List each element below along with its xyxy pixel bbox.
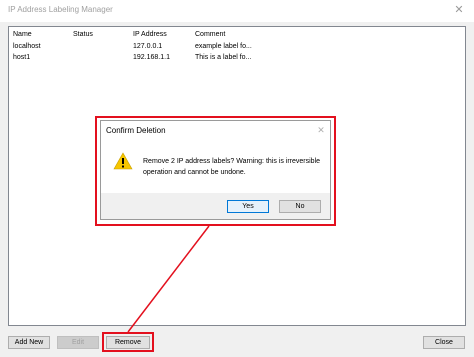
yes-button[interactable]: Yes	[227, 200, 269, 213]
add-new-button[interactable]: Add New	[8, 336, 50, 349]
dialog-title: Confirm Deletion	[106, 126, 166, 135]
warning-icon	[113, 152, 133, 170]
row-ip-address: 127.0.0.1	[133, 43, 163, 50]
column-header-name[interactable]: Name	[13, 30, 71, 41]
dialog-close-icon[interactable]: ✕	[315, 124, 327, 136]
no-button[interactable]: No	[279, 200, 321, 213]
row-status	[73, 53, 131, 64]
table-row[interactable]: host1 192.168.1.1 This is a label fo...	[9, 53, 465, 64]
row-comment: example label fo...	[195, 43, 252, 50]
list-header: Name Status IP Address Comment	[9, 30, 465, 41]
column-header-status[interactable]: Status	[73, 30, 131, 41]
row-ip-address: 192.168.1.1	[133, 54, 170, 61]
table-row[interactable]: localhost 127.0.0.1 example label fo...	[9, 42, 465, 53]
window-close-icon[interactable]: ✕	[452, 3, 466, 17]
close-button[interactable]: Close	[423, 336, 465, 349]
edit-button: Edit	[57, 336, 99, 349]
dialog-message: Remove 2 IP address labels? Warning: thi…	[143, 158, 321, 176]
confirm-deletion-dialog: Confirm Deletion ✕ Remove 2 IP address l…	[100, 120, 331, 220]
column-header-comment[interactable]: Comment	[195, 30, 255, 41]
remove-button-highlight	[102, 332, 154, 352]
row-name: localhost	[13, 43, 41, 50]
dialog-button-bar: Yes No	[101, 193, 330, 219]
row-status	[73, 42, 131, 53]
row-comment: This is a label fo...	[195, 54, 252, 61]
row-name: host1	[13, 54, 31, 61]
window-title: IP Address Labeling Manager	[8, 5, 113, 14]
title-bar: IP Address Labeling Manager ✕	[0, 0, 474, 22]
column-header-ip-address[interactable]: IP Address	[133, 30, 193, 41]
